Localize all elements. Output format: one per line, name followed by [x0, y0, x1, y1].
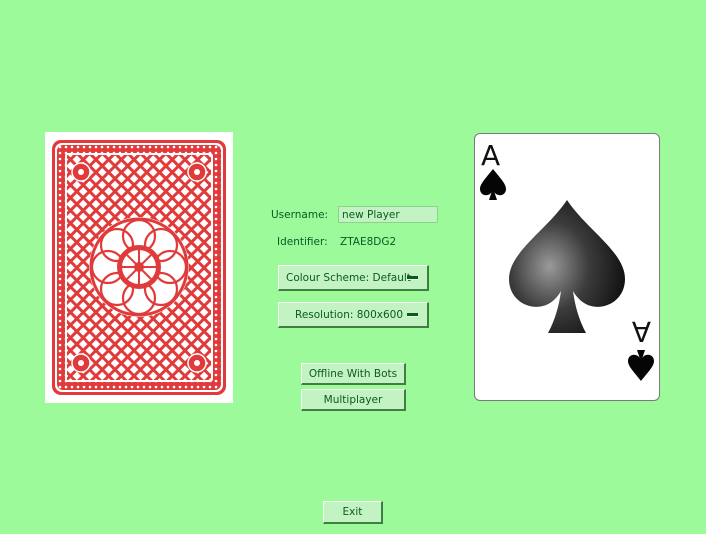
- rank-bottom-right: A: [632, 315, 651, 348]
- offline-with-bots-button[interactable]: Offline With Bots: [301, 363, 406, 385]
- menu-indicator-icon: [407, 275, 418, 280]
- exit-button[interactable]: Exit: [323, 501, 383, 524]
- multiplayer-label: Multiplayer: [323, 393, 383, 406]
- colour-scheme-menu[interactable]: Colour Scheme: Default: [278, 265, 429, 291]
- spade-small-top-icon: [480, 169, 506, 200]
- card-back-pattern-icon: [52, 140, 226, 395]
- multiplayer-button[interactable]: Multiplayer: [301, 389, 406, 411]
- menu-indicator-icon: [407, 312, 418, 317]
- resolution-label: Resolution: 800x600: [295, 308, 404, 321]
- identifier-value: ZTAE8DG2: [340, 236, 397, 248]
- username-input[interactable]: [338, 206, 438, 223]
- identifier-label: Identifier:: [277, 236, 328, 248]
- username-label: Username:: [271, 209, 329, 221]
- spade-large-icon: [509, 200, 625, 333]
- resolution-menu[interactable]: Resolution: 800x600: [278, 302, 429, 328]
- exit-label: Exit: [342, 506, 363, 518]
- offline-with-bots-label: Offline With Bots: [308, 367, 398, 380]
- card-back-image: [45, 132, 233, 403]
- ace-of-spades-face: A A: [480, 139, 654, 381]
- ace-of-spades-card: A A: [474, 133, 660, 401]
- rank-top-left: A: [481, 139, 500, 172]
- spade-small-bottom-icon: [628, 350, 654, 381]
- colour-scheme-label: Colour Scheme: Default: [286, 271, 411, 284]
